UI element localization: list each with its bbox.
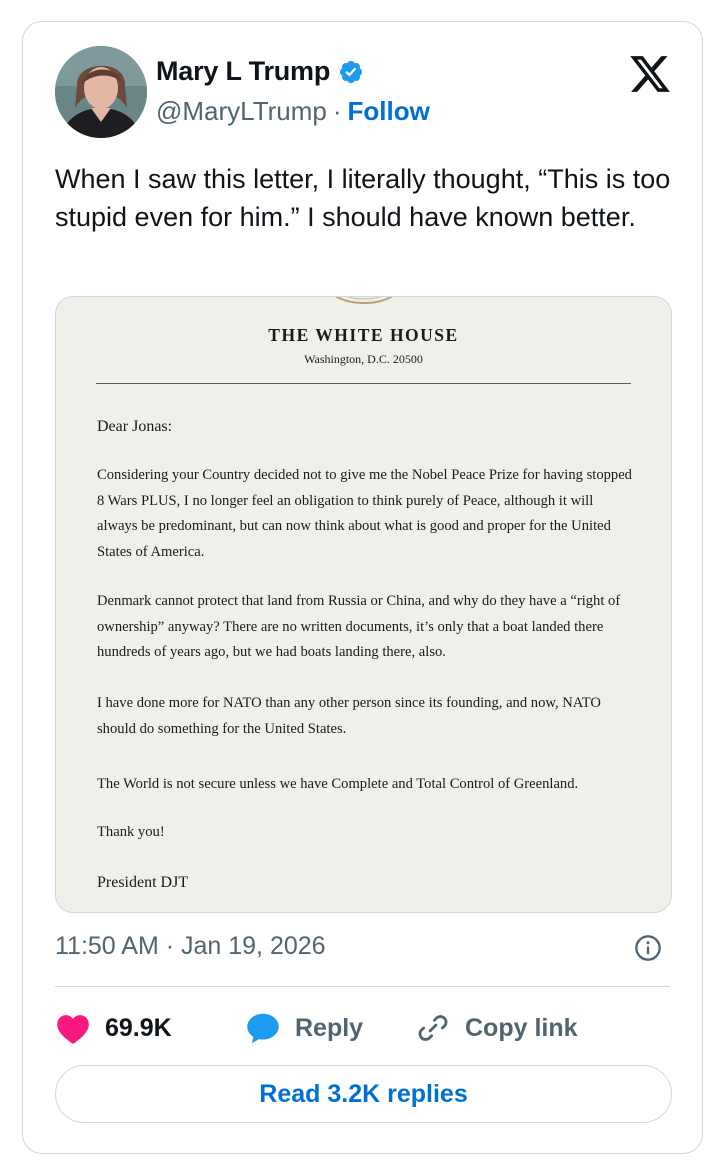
letter-salutation: Dear Jonas: — [97, 418, 173, 435]
heart-icon — [57, 1015, 89, 1044]
reply-bubble-icon — [247, 1013, 279, 1044]
letter-paragraph-2: Denmark cannot protect that land from Ru… — [97, 593, 621, 661]
letter-paragraph-4: The World is not secure unless we have C… — [97, 776, 579, 792]
info-icon[interactable] — [634, 934, 662, 962]
tweet-card: Mary L Trump @MaryLTrump · Follow When I… — [22, 21, 703, 1154]
reply-button[interactable]: Reply — [245, 1011, 415, 1045]
letterhead-address: Washington, D.C. 20500 — [304, 352, 423, 366]
like-button[interactable]: 69.9K — [55, 1011, 245, 1045]
like-count: 69.9K — [105, 1013, 172, 1042]
tweet-timestamp[interactable]: 11:50 AM · Jan 19, 2026 — [55, 932, 326, 961]
separator: · — [332, 96, 342, 126]
link-icon — [418, 1015, 448, 1041]
letter-closing: Thank you! — [97, 824, 165, 840]
action-bar: 69.9K Reply Copy link — [55, 1008, 578, 1048]
follow-button[interactable]: Follow — [348, 96, 430, 127]
read-replies-button[interactable]: Read 3.2K replies — [55, 1065, 672, 1123]
letter-signature: President DJT — [97, 874, 189, 891]
verified-badge-icon — [340, 60, 363, 83]
avatar[interactable] — [55, 46, 147, 138]
letter-paragraph-1: Considering your Country decided not to … — [97, 467, 632, 560]
avatar-portrait — [55, 46, 147, 138]
tweet-text: When I saw this letter, I literally thou… — [55, 164, 671, 232]
presidential-seal-icon — [334, 297, 394, 304]
letter-paragraph-3: I have done more for NATO than any other… — [97, 695, 601, 737]
author-handle[interactable]: @MaryLTrump — [156, 96, 327, 127]
divider — [55, 986, 670, 987]
letterhead-title: THE WHITE HOUSE — [268, 325, 459, 345]
letterhead-rule — [96, 383, 631, 384]
author-name[interactable]: Mary L Trump — [156, 56, 330, 87]
copy-link-button[interactable]: Copy link — [415, 1011, 578, 1045]
letter-image[interactable]: THE WHITE HOUSE Washington, D.C. 20500 D… — [55, 296, 672, 913]
reply-label: Reply — [295, 1013, 364, 1042]
copy-link-label: Copy link — [465, 1013, 578, 1042]
x-logo-icon[interactable] — [628, 52, 672, 96]
